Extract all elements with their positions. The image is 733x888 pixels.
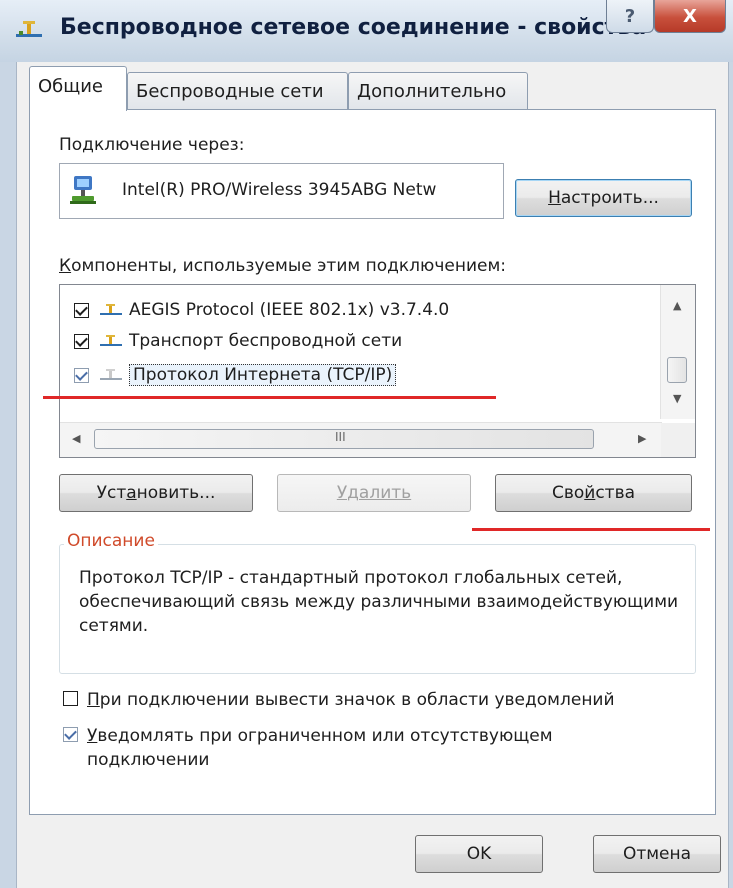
notify-limited-label: Уведомлять при ограниченном или отсутств… bbox=[87, 726, 553, 770]
ok-button[interactable]: OK bbox=[415, 835, 543, 873]
connect-via-label: Подключение через: bbox=[59, 135, 245, 155]
install-button[interactable]: Установить... bbox=[59, 474, 253, 512]
adapter-name: Intel(R) PRO/Wireless 3945ABG Netw bbox=[122, 180, 437, 200]
component-checkbox[interactable] bbox=[74, 333, 89, 349]
show-tray-icon-checkbox[interactable] bbox=[63, 691, 78, 706]
install-button-label: Установить... bbox=[96, 483, 216, 503]
network-protocol-icon bbox=[100, 335, 122, 346]
cancel-button[interactable]: Отмена bbox=[593, 835, 721, 873]
scroll-down-icon[interactable]: ▼ bbox=[673, 392, 681, 405]
network-protocol-icon bbox=[100, 304, 122, 315]
components-list[interactable]: AEGIS Protocol (IEEE 802.1x) v3.7.4.0 Тр… bbox=[59, 284, 696, 458]
component-label: Протокол Интернета (TCP/IP) bbox=[129, 364, 397, 386]
tab-label: Общие bbox=[38, 75, 103, 97]
list-item-tcpip[interactable]: Протокол Интернета (TCP/IP) bbox=[60, 360, 660, 390]
tab-label: Дополнительно bbox=[357, 81, 507, 102]
tab-wireless-networks[interactable]: Беспроводные сети bbox=[127, 72, 348, 110]
scroll-right-icon[interactable]: ▶ bbox=[638, 432, 646, 445]
configure-button[interactable]: Настроить... bbox=[515, 179, 692, 217]
component-label: AEGIS Protocol (IEEE 802.1x) v3.7.4.0 bbox=[129, 300, 450, 320]
show-tray-icon-option[interactable]: При подключении вывести значок в области… bbox=[63, 688, 615, 712]
close-icon: X bbox=[683, 5, 697, 27]
tab-general[interactable]: Общие bbox=[29, 66, 127, 111]
component-checkbox[interactable] bbox=[74, 302, 89, 318]
remove-button-label: Удалить bbox=[336, 483, 412, 503]
horizontal-scroll-thumb[interactable]: III bbox=[94, 429, 594, 449]
notify-limited-checkbox[interactable] bbox=[63, 727, 78, 742]
network-connection-icon bbox=[16, 21, 42, 37]
description-title: Описание bbox=[64, 531, 158, 551]
annotation-underline-properties bbox=[472, 528, 710, 531]
component-checkbox[interactable] bbox=[74, 367, 89, 383]
list-item-aegis[interactable]: AEGIS Protocol (IEEE 802.1x) v3.7.4.0 bbox=[60, 295, 660, 325]
description-text: Протокол TCP/IP - стандартный протокол г… bbox=[79, 568, 679, 636]
close-button[interactable]: X bbox=[654, 0, 726, 33]
scroll-up-icon[interactable]: ▲ bbox=[673, 299, 681, 312]
network-protocol-icon bbox=[100, 369, 122, 380]
window-title: Беспроводное сетевое соединение - свойст… bbox=[60, 15, 647, 40]
title-bar: Беспроводное сетевое соединение - свойст… bbox=[0, 0, 733, 62]
adapter-field: Intel(R) PRO/Wireless 3945ABG Netw bbox=[59, 163, 504, 219]
tab-label: Беспроводные сети bbox=[136, 81, 324, 102]
help-icon: ? bbox=[624, 5, 636, 27]
configure-button-label: Настроить... bbox=[548, 188, 659, 208]
scroll-grip: III bbox=[335, 430, 346, 444]
tab-advanced[interactable]: Дополнительно bbox=[348, 72, 528, 110]
cancel-button-label: Отмена bbox=[622, 844, 692, 864]
vertical-scroll-thumb[interactable] bbox=[667, 357, 687, 383]
horizontal-scrollbar[interactable]: ◀ III ▶ bbox=[60, 422, 662, 457]
show-tray-icon-label: При подключении вывести значок в области… bbox=[87, 690, 615, 710]
components-label: Компоненты, используемые этим подключени… bbox=[59, 256, 507, 276]
vertical-scrollbar[interactable]: ▲ ▼ bbox=[660, 285, 695, 419]
list-item-wireless-transport[interactable]: Транспорт беспроводной сети bbox=[60, 326, 660, 356]
notify-limited-option[interactable]: Уведомлять при ограниченном или отсутств… bbox=[63, 724, 643, 772]
annotation-underline-tcpip bbox=[43, 396, 496, 399]
remove-button[interactable]: Удалить bbox=[277, 474, 471, 512]
properties-button[interactable]: Свойства bbox=[495, 474, 692, 512]
component-label: Транспорт беспроводной сети bbox=[129, 331, 403, 351]
properties-button-label: Свойства bbox=[551, 483, 636, 503]
scroll-corner bbox=[661, 423, 695, 457]
ok-button-label: OK bbox=[466, 844, 492, 864]
help-button[interactable]: ? bbox=[606, 0, 654, 33]
scroll-left-icon[interactable]: ◀ bbox=[72, 432, 80, 445]
network-adapter-icon bbox=[70, 176, 96, 204]
